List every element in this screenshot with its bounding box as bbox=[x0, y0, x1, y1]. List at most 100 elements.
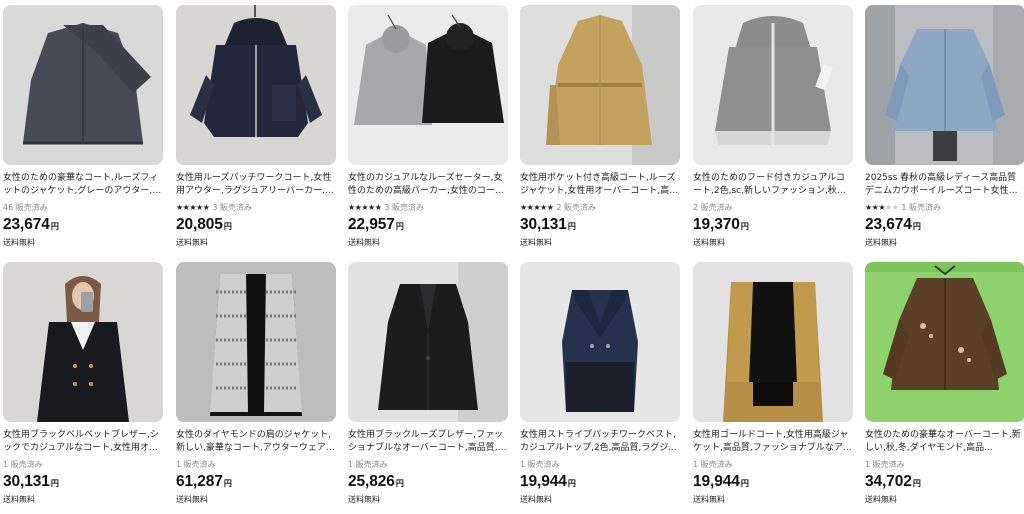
price-row: 34,702 円 bbox=[865, 473, 1024, 491]
product-title[interactable]: 女性のためのフード付きカジュアルコート,2色,sc,新しいファッション,秋冬,2… bbox=[693, 172, 853, 198]
currency-label: 円 bbox=[740, 222, 749, 231]
free-shipping-label: 送料無料 bbox=[176, 238, 208, 247]
woman-black-blazer-selfie-illustration bbox=[3, 262, 163, 422]
product-card[interactable]: 女性のための豪華なオーバーコート,新しい,秋,冬,ダイヤモンド,高品... 1 … bbox=[865, 262, 1024, 505]
product-image[interactable] bbox=[520, 5, 680, 165]
currency-label: 円 bbox=[50, 222, 59, 231]
product-card[interactable]: 女性用ルーズパッチワークコート,女性用アウター,ラグジュアリーパーカー,高品質,… bbox=[176, 5, 336, 248]
price-row: 30,131 円 bbox=[3, 473, 163, 491]
star-filled-icon: ★ bbox=[176, 202, 183, 212]
sold-count: 1 販売済み bbox=[176, 460, 216, 469]
currency-label: 円 bbox=[223, 479, 232, 488]
product-card[interactable]: 女性用ストライプパッチワークベスト,カジュアルトップ,2色,高品質,ラグジュアリ… bbox=[520, 262, 680, 505]
navy-zip-hoodie-jacket-illustration bbox=[176, 5, 336, 165]
product-title[interactable]: 女性用ルーズパッチワークコート,女性用アウター,ラグジュアリーパーカー,高品質,… bbox=[176, 172, 336, 198]
sold-count: 2 販売済み bbox=[693, 203, 733, 212]
product-meta: ★ ★ ★ ★ ★ 2 販売済み bbox=[520, 202, 680, 213]
star-filled-icon: ★ bbox=[878, 202, 886, 212]
free-shipping-label: 送料無料 bbox=[348, 495, 380, 504]
star-filled-icon: ★ bbox=[520, 202, 527, 212]
product-image[interactable] bbox=[865, 262, 1024, 422]
price-row: 30,131 円 bbox=[520, 216, 680, 234]
product-image[interactable] bbox=[3, 262, 163, 422]
product-card[interactable]: 女性のためのフード付きカジュアルコート,2色,sc,新しいファッション,秋冬,2… bbox=[693, 5, 853, 248]
product-card[interactable]: 女性用ブラックルーズブレザー,ファッショナブルなオーバーコート,高品質,ラグジュ… bbox=[348, 262, 508, 505]
product-price: 23,674 bbox=[3, 216, 50, 233]
sold-count: 1 販売済み bbox=[3, 460, 43, 469]
sold-count: 1 販売済み bbox=[348, 460, 388, 469]
price-row: 23,674 円 bbox=[865, 216, 1024, 234]
currency-label: 円 bbox=[223, 222, 232, 231]
product-image[interactable] bbox=[693, 5, 853, 165]
star-filled-icon: ★ bbox=[354, 202, 362, 212]
star-filled-icon: ★ bbox=[546, 202, 554, 212]
product-title[interactable]: 2025ss 春秋の高級レディース高品質デニムカウボーイルーズコート女性シックな… bbox=[865, 172, 1024, 198]
product-price: 23,674 bbox=[865, 216, 912, 233]
currency-label: 円 bbox=[912, 222, 921, 231]
product-title[interactable]: 女性のカジュアルなルーズセーター,女性のための高級パーカー,女性のコート,高品質… bbox=[348, 172, 508, 198]
product-image[interactable] bbox=[693, 262, 853, 422]
product-title[interactable]: 女性用ブラックベルベットブレザー,シックでカジュアルなコート,女性用オーバーコー… bbox=[3, 429, 163, 455]
price-row: 19,370 円 bbox=[693, 216, 853, 234]
product-image[interactable] bbox=[348, 262, 508, 422]
star-filled-icon: ★ bbox=[865, 202, 872, 212]
product-price: 34,702 bbox=[865, 473, 912, 490]
star-filled-icon: ★ bbox=[533, 202, 541, 212]
product-card[interactable]: 女性用ゴールドコート,女性用高級ジャケット,高品質,ファッショナブルなアウター,… bbox=[693, 262, 853, 505]
gray-zip-hoodie-illustration bbox=[693, 5, 853, 165]
product-card[interactable]: 女性のカジュアルなルーズセーター,女性のための高級パーカー,女性のコート,高品質… bbox=[348, 5, 508, 248]
product-meta: 1 販売済み bbox=[520, 459, 680, 470]
product-card[interactable]: 女性のための豪華なコート,ルーズフィットのジャケット,グレーのアウター,高品質,… bbox=[3, 5, 163, 248]
sold-count: 3 販売済み bbox=[384, 203, 424, 212]
star-filled-icon: ★ bbox=[526, 202, 534, 212]
product-grid: 女性のための豪華なコート,ルーズフィットのジャケット,グレーのアウター,高品質,… bbox=[0, 0, 1024, 514]
product-price: 25,826 bbox=[348, 473, 395, 490]
gold-coat-outfit-illustration bbox=[693, 262, 853, 422]
product-image[interactable] bbox=[520, 262, 680, 422]
currency-label: 円 bbox=[567, 222, 576, 231]
product-title[interactable]: 女性のための豪華なコート,ルーズフィットのジャケット,グレーのアウター,高品質,… bbox=[3, 172, 163, 198]
star-filled-icon: ★ bbox=[540, 202, 547, 212]
product-meta: 1 販売済み bbox=[176, 459, 336, 470]
free-shipping-label: 送料無料 bbox=[176, 495, 208, 504]
price-row: 19,944 円 bbox=[520, 473, 680, 491]
star-filled-icon: ★ bbox=[361, 202, 369, 212]
product-price: 30,131 bbox=[520, 216, 567, 233]
product-card[interactable]: 女性用ポケット付き高級コート,ルーズジャケット,女性用オーバーコート,高品質,新… bbox=[520, 5, 680, 248]
product-title[interactable]: 女性のための豪華なオーバーコート,新しい,秋,冬,ダイヤモンド,高品... bbox=[865, 429, 1024, 455]
product-meta: ★ ★ ★ ★ ★ 3 販売済み bbox=[348, 202, 508, 213]
price-row: 25,826 円 bbox=[348, 473, 508, 491]
product-title[interactable]: 女性用ポケット付き高級コート,ルーズジャケット,女性用オーバーコート,高品質,新… bbox=[520, 172, 680, 198]
product-image[interactable] bbox=[176, 5, 336, 165]
sequin-vest-illustration bbox=[176, 262, 336, 422]
product-image[interactable] bbox=[865, 5, 1024, 165]
free-shipping-label: 送料無料 bbox=[520, 238, 552, 247]
product-meta: ★ ★ ★ ★ ★ 1 販売済み bbox=[865, 202, 1024, 213]
product-title[interactable]: 女性用ストライプパッチワークベスト,カジュアルトップ,2色,高品質,ラグジュアリ… bbox=[520, 429, 680, 455]
free-shipping-label: 送料無料 bbox=[693, 238, 725, 247]
sold-count: 1 販売済み bbox=[901, 203, 941, 212]
sold-count: 2 販売済み bbox=[556, 203, 596, 212]
currency-label: 円 bbox=[567, 479, 576, 488]
product-image[interactable] bbox=[348, 5, 508, 165]
star-empty-icon: ★ bbox=[885, 202, 892, 212]
product-card[interactable]: 2025ss 春秋の高級レディース高品質デニムカウボーイルーズコート女性シックな… bbox=[865, 5, 1024, 248]
product-image[interactable] bbox=[176, 262, 336, 422]
price-row: 23,674 円 bbox=[3, 216, 163, 234]
sold-count: 46 販売済み bbox=[3, 203, 48, 212]
product-title[interactable]: 女性のダイヤモンドの肩のジャケット,新しい,豪華なコート,アウターウェア,高品質… bbox=[176, 429, 336, 455]
product-card[interactable]: 女性のダイヤモンドの肩のジャケット,新しい,豪華なコート,アウターウェア,高品質… bbox=[176, 262, 336, 505]
product-price: 19,370 bbox=[693, 216, 740, 233]
navy-pinstripe-vest-illustration bbox=[520, 262, 680, 422]
star-filled-icon: ★ bbox=[202, 202, 210, 212]
gray-draped-coat-illustration bbox=[3, 5, 163, 165]
product-meta: 2 販売済み bbox=[693, 202, 853, 213]
product-image[interactable] bbox=[3, 5, 163, 165]
product-meta: 46 販売済み bbox=[3, 202, 163, 213]
brown-embellished-jacket-illustration bbox=[865, 262, 1024, 422]
free-shipping-label: 送料無料 bbox=[865, 238, 897, 247]
product-card[interactable]: 女性用ブラックベルベットブレザー,シックでカジュアルなコート,女性用オーバーコー… bbox=[3, 262, 163, 505]
free-shipping-label: 送料無料 bbox=[348, 238, 380, 247]
product-title[interactable]: 女性用ゴールドコート,女性用高級ジャケット,高品質,ファッショナブルなアウター,… bbox=[693, 429, 853, 455]
product-title[interactable]: 女性用ブラックルーズブレザー,ファッショナブルなオーバーコート,高品質,ラグジュ… bbox=[348, 429, 508, 455]
